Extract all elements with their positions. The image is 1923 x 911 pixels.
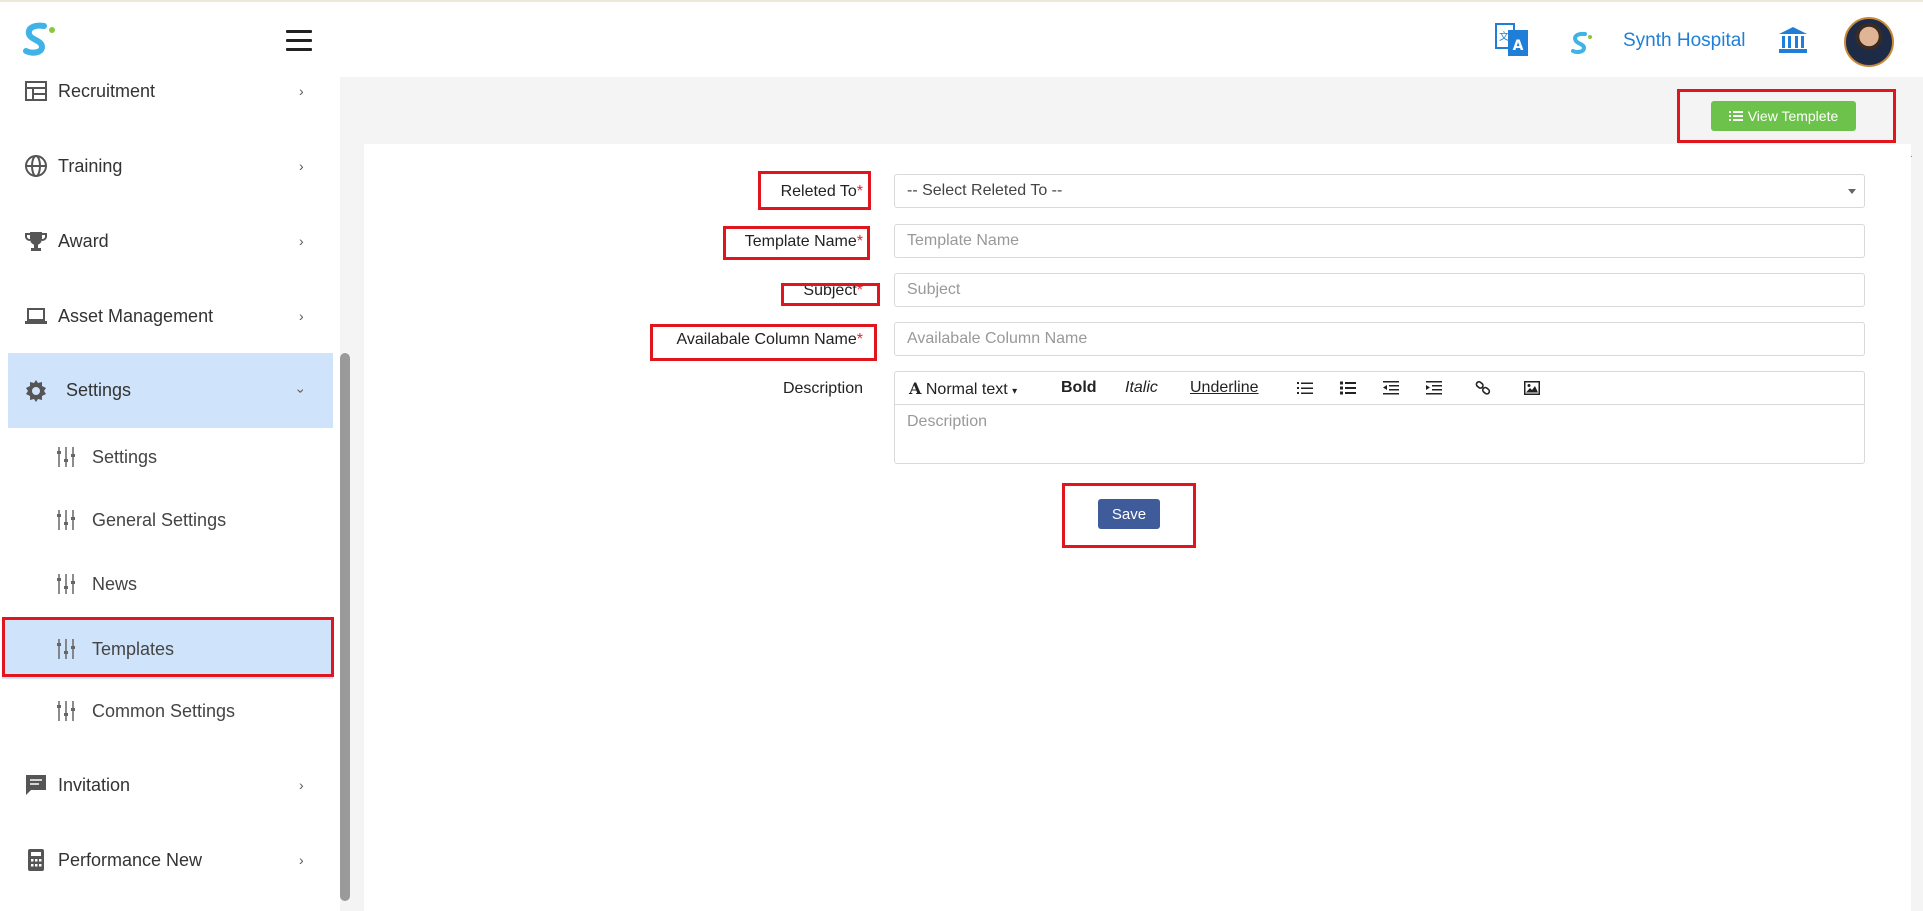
template-name-placeholder: Template Name — [907, 232, 1020, 249]
format-dropdown[interactable]: A Normal text ▾ — [909, 379, 1017, 399]
sidebar-item-training[interactable]: Training › — [8, 135, 333, 197]
sliders-icon — [57, 510, 75, 530]
numbered-list-icon[interactable] — [1340, 381, 1356, 395]
view-template-button[interactable]: View Templete — [1711, 101, 1856, 131]
chevron-right-icon: › — [299, 233, 304, 249]
template-name-label: Template Name* — [744, 233, 863, 250]
app-logo-icon[interactable] — [18, 20, 58, 60]
sidebar-item-label: Performance New — [58, 849, 203, 870]
sidebar-item-performance-new[interactable]: Performance New › — [8, 829, 333, 891]
sliders-icon — [57, 447, 75, 467]
chevron-right-icon: › — [299, 308, 304, 324]
trophy-icon — [25, 232, 47, 251]
sidebar: Recruitment › Training › Award › Asset M… — [0, 77, 340, 911]
related-to-label: Releted To* — [780, 183, 863, 200]
sidebar-item-label: Award — [58, 230, 109, 251]
save-button[interactable]: Save — [1098, 499, 1160, 529]
sidebar-item-label: Asset Management — [58, 305, 214, 326]
sidebar-item-asset-management[interactable]: Asset Management › — [8, 285, 333, 347]
chevron-right-icon: › — [299, 777, 304, 793]
caret-down-icon — [1848, 189, 1856, 194]
image-icon[interactable] — [1524, 381, 1540, 395]
bank-icon[interactable] — [1778, 26, 1808, 54]
sidebar-item-label: Training — [58, 155, 123, 176]
translate-icon[interactable]: A 文 — [1494, 20, 1530, 60]
sliders-icon — [57, 701, 75, 721]
company-logo-icon — [1571, 31, 1592, 54]
sidebar-subitem-label: Common Settings — [92, 700, 236, 721]
subject-label: Subject* — [803, 282, 863, 299]
view-template-label: View Templete — [1747, 108, 1839, 124]
company-name[interactable]: Synth Hospital — [1623, 30, 1746, 52]
sidebar-subitem-general-settings[interactable]: General Settings — [8, 492, 333, 548]
sidebar-subitem-news[interactable]: News — [8, 556, 333, 612]
template-name-input[interactable]: Template Name — [894, 224, 1865, 258]
description-label: Description — [782, 380, 863, 397]
user-avatar[interactable] — [1844, 17, 1894, 67]
sidebar-subitem-label: Settings — [92, 446, 158, 467]
menu-toggle-icon[interactable] — [286, 30, 312, 52]
outdent-icon[interactable] — [1383, 381, 1399, 395]
indent-icon[interactable] — [1426, 381, 1442, 395]
laptop-icon — [25, 308, 47, 324]
sidebar-subitem-common-settings[interactable]: Common Settings — [8, 683, 333, 739]
chevron-down-icon: › — [293, 388, 310, 393]
globe-icon — [25, 155, 47, 177]
related-to-select[interactable]: -- Select Releted To -- — [894, 174, 1865, 208]
svg-text:文: 文 — [1499, 30, 1509, 43]
available-columns-input[interactable]: Availabale Column Name — [894, 322, 1865, 356]
bold-button[interactable]: Bold — [1061, 379, 1097, 397]
svg-text:A: A — [1513, 38, 1524, 54]
calculator-icon — [28, 849, 44, 871]
description-textarea[interactable]: Description — [907, 413, 987, 431]
description-editor: A Normal text ▾ Bold Italic Underline De… — [894, 371, 1865, 464]
sidebar-subitem-label: Templates — [92, 638, 175, 659]
subject-input[interactable]: Subject — [894, 273, 1865, 307]
chevron-right-icon: › — [299, 83, 304, 99]
underline-button[interactable]: Underline — [1190, 379, 1258, 397]
italic-button[interactable]: Italic — [1125, 379, 1158, 397]
list-icon — [1728, 111, 1743, 121]
chevron-right-icon: › — [299, 158, 304, 174]
related-to-value: -- Select Releted To -- — [907, 182, 1063, 199]
sidebar-subitem-templates[interactable]: Templates — [2, 619, 333, 679]
editor-toolbar: A Normal text ▾ Bold Italic Underline — [895, 372, 1864, 405]
sidebar-item-recruitment[interactable]: Recruitment › — [8, 60, 333, 122]
sliders-icon — [57, 639, 75, 659]
sidebar-item-award[interactable]: Award › — [8, 210, 333, 272]
link-icon[interactable] — [1475, 381, 1491, 395]
available-columns-placeholder: Availabale Column Name — [907, 330, 1088, 347]
sidebar-item-label: Invitation — [58, 774, 131, 795]
chevron-right-icon: › — [299, 852, 304, 868]
available-columns-label: Availabale Column Name* — [676, 331, 863, 348]
gear-icon — [26, 379, 46, 402]
subject-placeholder: Subject — [907, 281, 961, 298]
message-icon — [26, 775, 46, 795]
sidebar-item-label: Settings — [66, 380, 132, 400]
table-icon — [25, 81, 47, 101]
sidebar-scroll-thumb[interactable] — [340, 353, 350, 901]
sidebar-subitem-settings[interactable]: Settings — [8, 429, 333, 485]
sidebar-subitem-label: General Settings — [92, 509, 227, 530]
sidebar-subitem-label: News — [92, 573, 138, 594]
bullet-list-icon[interactable] — [1297, 381, 1313, 395]
sidebar-item-invitation[interactable]: Invitation › — [8, 754, 333, 816]
sliders-icon — [57, 574, 75, 594]
sidebar-item-settings[interactable]: Settings › — [8, 353, 333, 428]
sidebar-item-label: Recruitment — [58, 80, 156, 101]
